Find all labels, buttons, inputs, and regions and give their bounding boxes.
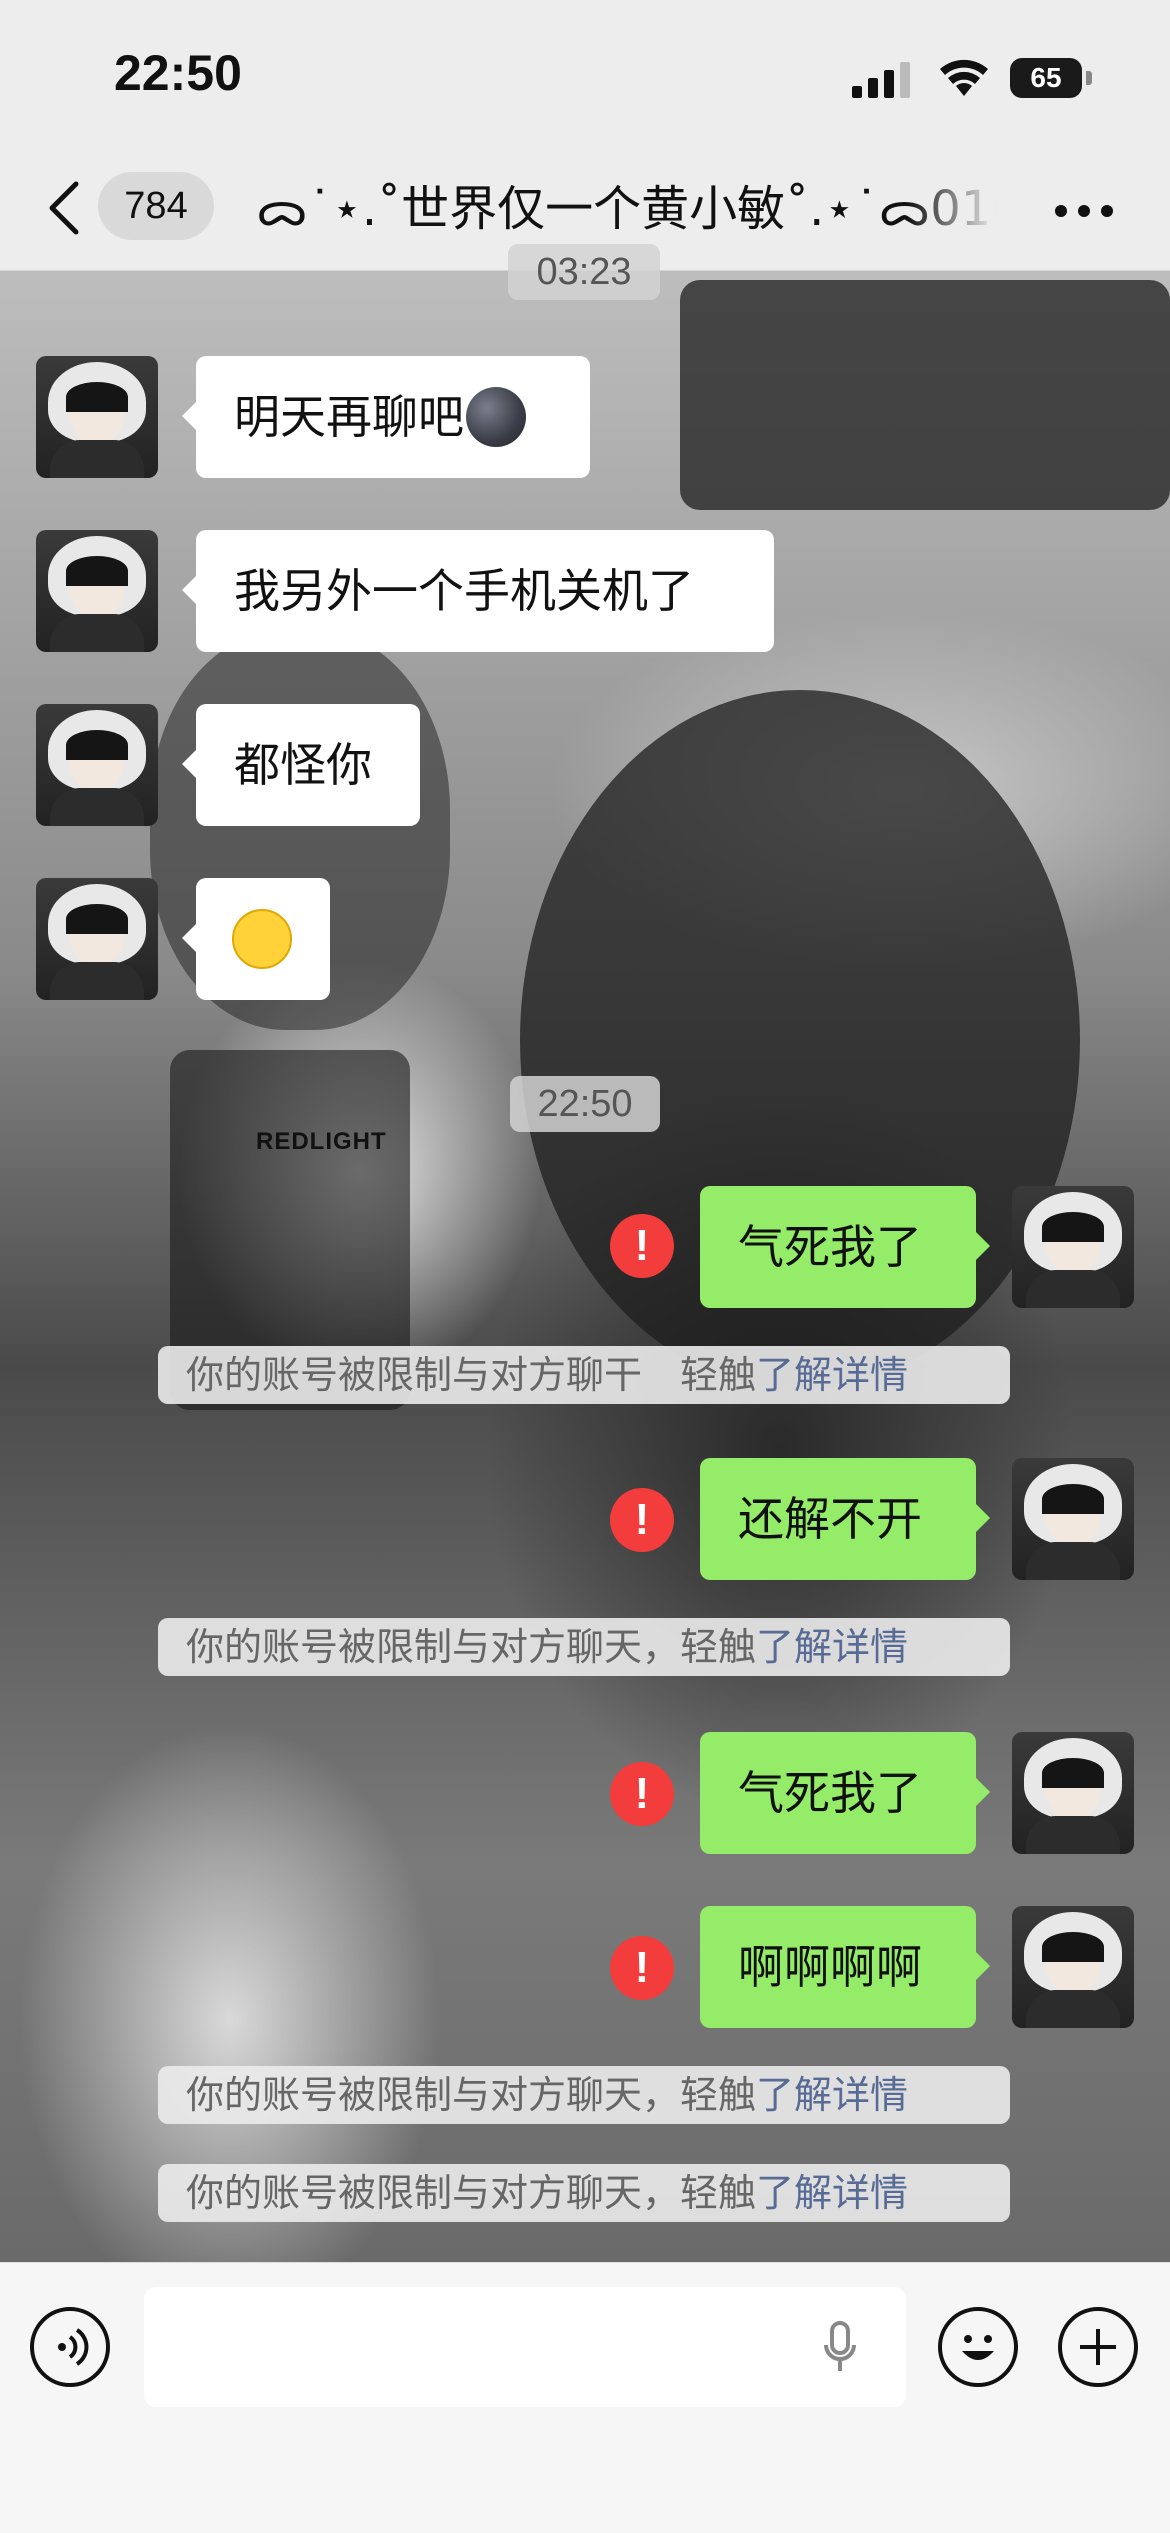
incoming-message[interactable]: 都怪你 — [182, 704, 420, 826]
plus-icon[interactable] — [1058, 2307, 1138, 2387]
status-time: 22:50 — [114, 45, 242, 101]
voice-waves-icon — [58, 2328, 89, 2366]
smile-emoji-icon — [232, 908, 292, 969]
back-chevron-icon[interactable] — [44, 178, 84, 238]
message-text: 明天再聊吧 — [234, 390, 464, 444]
send-failed-icon[interactable]: ! — [610, 1214, 674, 1278]
message-timestamp: 03:23 — [508, 244, 660, 300]
learn-more-link[interactable]: 了解详情 — [756, 2073, 908, 2117]
message-timestamp: 22:50 — [510, 1076, 660, 1132]
contact-avatar[interactable] — [36, 530, 158, 652]
more-options-icon[interactable] — [1054, 204, 1114, 218]
wallpaper-sign — [680, 280, 1170, 510]
message-text: 气死我了 — [738, 1220, 922, 1274]
message-text: 气死我了 — [738, 1766, 922, 1820]
my-avatar[interactable] — [1012, 1732, 1134, 1854]
incoming-message[interactable]: 明天再聊吧 — [182, 356, 590, 478]
status-bar: 22:50 65 — [0, 0, 1170, 150]
my-avatar[interactable] — [1012, 1458, 1134, 1580]
smiley-face-icon — [962, 2335, 994, 2360]
contact-avatar[interactable] — [36, 878, 158, 1000]
learn-more-link[interactable]: 了解详情 — [756, 2171, 908, 2215]
incoming-message[interactable]: 我另外一个手机关机了 — [182, 530, 774, 652]
send-failed-icon[interactable]: ! — [610, 1762, 674, 1826]
battery-indicator: 65 — [1010, 58, 1082, 98]
notice-text: 你的账号被限制与对方聊干 轻触 — [186, 1353, 757, 1397]
contact-avatar[interactable] — [36, 704, 158, 826]
wallpaper-text: REDLIGHT — [256, 1128, 387, 1155]
send-failed-icon[interactable]: ! — [610, 1936, 674, 2000]
plus-cross-icon — [1080, 2329, 1116, 2365]
message-text: 啊啊啊啊 — [738, 1940, 922, 1994]
my-avatar[interactable] — [1012, 1906, 1134, 2028]
message-text: 还解不开 — [738, 1492, 922, 1546]
input-bar — [0, 2262, 1170, 2533]
restriction-notice[interactable]: 你的账号被限制与对方聊天，轻触了解详情 — [158, 2066, 1010, 2124]
incoming-message[interactable] — [182, 878, 330, 1000]
battery-cap — [1086, 71, 1092, 85]
chat-title: ᯅ˙⋆.˚世界仅一个黄小敏˚.⋆˙ᯅ010 — [256, 181, 996, 237]
message-text: 都怪你 — [234, 738, 372, 792]
signal-icon — [852, 62, 910, 98]
send-failed-icon[interactable]: ! — [610, 1488, 674, 1552]
restriction-notice[interactable]: 你的账号被限制与对方聊天，轻触了解详情 — [158, 2164, 1010, 2222]
outgoing-message[interactable]: 气死我了 — [700, 1732, 990, 1854]
microphone-icon[interactable] — [820, 2319, 860, 2379]
voice-icon[interactable] — [30, 2307, 110, 2387]
notice-text: 你的账号被限制与对方聊天，轻触 — [186, 2073, 757, 2117]
restriction-notice[interactable]: 你的账号被限制与对方聊天，轻触了解详情 — [158, 1618, 1010, 1676]
restriction-notice[interactable]: 你的账号被限制与对方聊干 轻触了解详情 — [158, 1346, 1010, 1404]
learn-more-link[interactable]: 了解详情 — [756, 1353, 908, 1397]
moon-emoji-icon — [466, 386, 526, 447]
wifi-icon — [940, 59, 988, 96]
learn-more-link[interactable]: 了解详情 — [756, 1625, 908, 1669]
outgoing-message[interactable]: 啊啊啊啊 — [700, 1906, 990, 2028]
message-text: 我另外一个手机关机了 — [234, 564, 694, 618]
contact-avatar[interactable] — [36, 356, 158, 478]
notice-text: 你的账号被限制与对方聊天，轻触 — [186, 1625, 757, 1669]
outgoing-message[interactable]: 还解不开 — [700, 1458, 990, 1580]
outgoing-message[interactable]: 气死我了 — [700, 1186, 990, 1308]
message-input[interactable] — [144, 2287, 906, 2407]
my-avatar[interactable] — [1012, 1186, 1134, 1308]
notice-text: 你的账号被限制与对方聊天，轻触 — [186, 2171, 757, 2215]
unread-count-badge[interactable]: 784 — [98, 172, 214, 240]
emoji-icon[interactable] — [938, 2307, 1018, 2387]
